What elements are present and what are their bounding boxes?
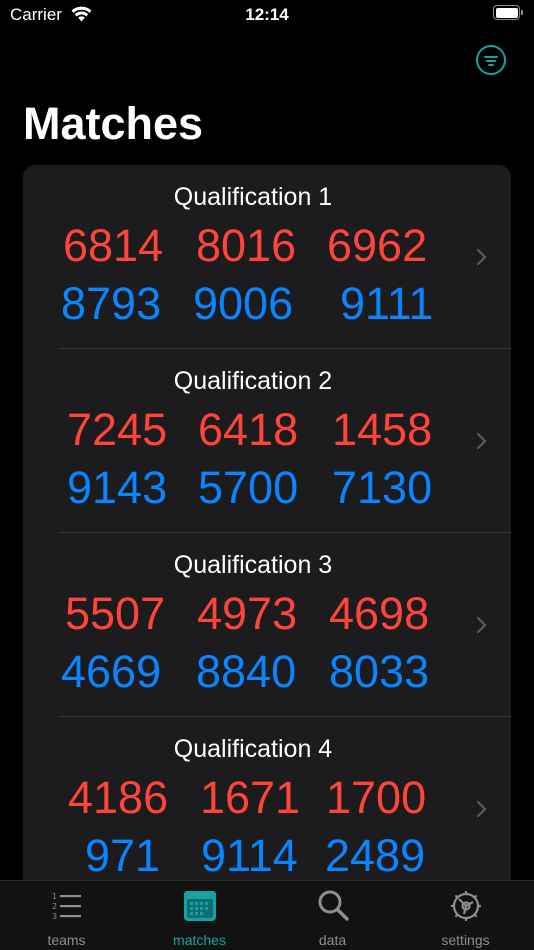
blue-alliance: 4669 8840 8033: [61, 646, 463, 697]
chevron-right-icon: [476, 800, 487, 818]
chevron-right-icon: [476, 248, 487, 266]
blue-team-number: 9006: [193, 278, 294, 329]
match-row[interactable]: Qualification 3 5507 4973 4698 4669 8840…: [23, 533, 511, 717]
blue-team-number: 5700: [198, 462, 299, 513]
blue-team-number: 9114: [201, 830, 298, 881]
gear-icon: [450, 891, 481, 921]
chevron-right-icon: [476, 616, 487, 634]
screen: Carrier 12:14 Matches Qualification 1 68…: [0, 0, 534, 950]
red-team-number: 8016: [196, 220, 297, 271]
match-name: Qualification 1: [173, 183, 333, 211]
page-title: Matches: [23, 98, 204, 149]
tab-label: data: [318, 932, 347, 948]
match-list: Qualification 1 6814 8016 6962 8793 9006…: [23, 165, 511, 905]
tab-label: teams: [47, 932, 86, 948]
blue-team-number: 8033: [329, 646, 430, 697]
filter-icon[interactable]: [476, 45, 506, 75]
match-row[interactable]: Qualification 1 6814 8016 6962 8793 9006…: [23, 165, 511, 349]
red-alliance: 4186 1671 1700: [63, 773, 463, 823]
blue-team-number: 2489: [325, 830, 426, 881]
blue-team-number: 8840: [196, 646, 297, 697]
blue-alliance: 9143 5700 7130: [63, 463, 463, 513]
blue-team-number: 8793: [61, 278, 162, 329]
red-alliance: 7245 6418 1458: [63, 405, 463, 455]
red-team-number: 5507: [65, 588, 166, 639]
battery-icon: [493, 5, 524, 21]
blue-team-number: 971: [85, 830, 161, 881]
tab-bar: 1 2 3 teams matches data settings: [0, 880, 534, 950]
red-team-number: 6418: [198, 404, 299, 455]
chevron-right-icon: [476, 432, 487, 450]
blue-team-number: 9143: [67, 462, 168, 513]
match-name: Qualification 4: [173, 735, 333, 763]
red-team-number: 7245: [67, 404, 168, 455]
svg-text:1: 1: [52, 892, 57, 901]
blue-alliance: 971 9114 2489: [63, 831, 463, 881]
match-name: Qualification 2: [173, 367, 333, 395]
svg-text:2: 2: [52, 902, 57, 911]
tab-label: matches: [173, 932, 226, 948]
tab-settings[interactable]: settings: [399, 881, 532, 950]
blue-team-number: 7130: [332, 462, 433, 513]
blue-team-number: 9111: [340, 278, 434, 329]
red-team-number: 4186: [68, 772, 169, 823]
red-team-number: 6814: [63, 220, 164, 271]
red-team-number: 4973: [197, 588, 298, 639]
red-team-number: 6962: [327, 220, 428, 271]
red-team-number: 1458: [332, 404, 433, 455]
red-alliance: 6814 8016 6962: [63, 221, 463, 271]
calendar-icon: [183, 891, 216, 921]
match-row[interactable]: Qualification 4 4186 1671 1700 971 9114 …: [23, 717, 511, 901]
tab-label: settings: [441, 932, 490, 948]
blue-team-number: 4669: [61, 646, 162, 697]
tab-teams[interactable]: 1 2 3 teams: [0, 881, 133, 950]
red-alliance: 5507 4973 4698: [63, 589, 463, 639]
tab-matches[interactable]: matches: [133, 881, 266, 950]
red-team-number: 1700: [326, 772, 427, 823]
svg-text:3: 3: [52, 912, 57, 921]
status-bar: Carrier 12:14: [0, 0, 534, 34]
tab-data[interactable]: data: [266, 881, 399, 950]
magnifying-glass-icon: [318, 890, 349, 921]
clock: 12:14: [245, 5, 289, 24]
blue-alliance: 8793 9006 9111: [61, 278, 463, 329]
red-team-number: 4698: [329, 588, 430, 639]
red-team-number: 1671: [200, 772, 301, 823]
match-row[interactable]: Qualification 2 7245 6418 1458 9143 5700…: [23, 349, 511, 533]
numbered-list-icon: 1 2 3: [52, 892, 81, 921]
match-name: Qualification 3: [173, 551, 333, 579]
